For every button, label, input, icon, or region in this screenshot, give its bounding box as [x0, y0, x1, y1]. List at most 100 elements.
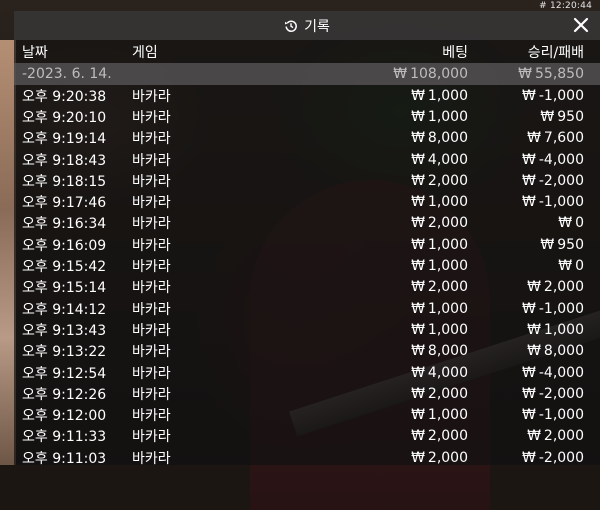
table-row[interactable]: 오후 9:16:09 바카라 ₩1,000 ₩950: [14, 234, 600, 255]
row-game: 바카라: [132, 173, 171, 190]
currency-symbol: ₩: [522, 449, 536, 466]
row-result: 2,000: [543, 279, 584, 296]
history-list[interactable]: 오후 9:20:38 바카라 ₩1,000 ₩ -1,000 오후 9:20:10 바카라 ₩…: [14, 85, 600, 468]
currency-symbol: ₩: [527, 321, 541, 338]
row-time: 오후 9:20:38: [22, 88, 107, 105]
currency-symbol: ₩: [411, 236, 425, 253]
row-result: -4,000: [538, 151, 584, 168]
dialog-title: 기록: [304, 18, 330, 35]
row-result: 1,000: [543, 321, 584, 338]
clock-readout: # 12:20:44: [539, 1, 592, 11]
currency-symbol: ₩: [411, 300, 425, 317]
row-game: 바카라: [132, 322, 171, 339]
summary-date: -2023. 6. 14.: [22, 66, 112, 82]
row-time: 오후 9:13:22: [22, 344, 107, 361]
row-bet: 1,000: [427, 87, 468, 104]
table-row[interactable]: 오후 9:20:38 바카라 ₩1,000 ₩ -1,000: [14, 85, 600, 106]
summary-bet: 108,000: [410, 66, 468, 82]
currency-symbol: ₩: [411, 87, 425, 104]
row-time: 오후 9:11:33: [22, 429, 107, 446]
row-time: 오후 9:12:54: [22, 365, 107, 382]
currency-symbol: ₩: [393, 66, 408, 82]
table-row[interactable]: 오후 9:11:33 바카라 ₩2,000 ₩2,000: [14, 426, 600, 447]
table-row[interactable]: 오후 9:18:43 바카라 ₩4,000 ₩ -4,000: [14, 149, 600, 170]
table-row[interactable]: 오후 9:18:15 바카라 ₩2,000 ₩ -2,000: [14, 170, 600, 191]
table-row[interactable]: 오후 9:15:42 바카라 ₩1,000 ₩0: [14, 255, 600, 276]
currency-symbol: ₩: [411, 258, 425, 275]
currency-symbol: ₩: [540, 108, 555, 125]
currency-symbol: ₩: [411, 215, 425, 232]
row-bet: 1,000: [427, 194, 468, 211]
row-result: -4,000: [538, 364, 584, 381]
row-game: 바카라: [132, 195, 171, 212]
history-icon: [284, 19, 298, 33]
table-row[interactable]: 오후 9:13:22 바카라 ₩8,000 ₩8,000: [14, 341, 600, 362]
column-header-bet: 베팅: [442, 44, 468, 61]
currency-symbol: ₩: [411, 385, 425, 402]
row-game: 바카라: [132, 386, 171, 403]
currency-symbol: ₩: [518, 66, 532, 82]
close-button[interactable]: [570, 14, 592, 36]
row-game: 바카라: [132, 152, 171, 169]
dialog-titlebar: 기록: [14, 11, 600, 40]
row-bet: 2,000: [427, 449, 468, 466]
currency-symbol: ₩: [527, 130, 541, 147]
row-game: 바카라: [132, 408, 171, 425]
row-time: 오후 9:14:12: [22, 301, 107, 318]
currency-symbol: ₩: [411, 279, 425, 296]
column-header-result: 승리/패배: [527, 44, 584, 61]
row-bet: 1,000: [427, 258, 468, 275]
table-row[interactable]: 오후 9:16:34 바카라 ₩2,000 ₩0: [14, 213, 600, 234]
row-bet: 8,000: [427, 130, 468, 147]
currency-symbol: ₩: [411, 343, 425, 360]
row-time: 오후 9:15:14: [22, 280, 107, 297]
table-row[interactable]: 오후 9:12:26 바카라 ₩2,000 ₩ -2,000: [14, 383, 600, 404]
row-result: 950: [557, 108, 584, 125]
currency-symbol: ₩: [522, 364, 536, 381]
row-game: 바카라: [132, 88, 171, 105]
close-icon: [573, 17, 589, 33]
table-header: 날짜 게임 베팅 승리/패배: [14, 40, 600, 63]
currency-symbol: ₩: [522, 385, 536, 402]
row-game: 바카라: [132, 259, 171, 276]
row-bet: 2,000: [427, 385, 468, 402]
row-time: 오후 9:17:46: [22, 195, 107, 212]
table-row[interactable]: 오후 9:13:43 바카라 ₩1,000 ₩1,000: [14, 319, 600, 340]
currency-symbol: ₩: [558, 258, 573, 275]
row-time: 오후 9:16:09: [22, 237, 107, 254]
row-game: 바카라: [132, 109, 171, 126]
table-row[interactable]: 오후 9:19:14 바카라 ₩8,000 ₩7,600: [14, 128, 600, 149]
currency-symbol: ₩: [558, 215, 573, 232]
row-result: 0: [575, 258, 584, 275]
column-header-game: 게임: [132, 44, 158, 61]
row-result: -1,000: [538, 407, 584, 424]
row-time: 오후 9:13:43: [22, 322, 107, 339]
row-time: 오후 9:15:42: [22, 259, 107, 276]
currency-symbol: ₩: [411, 108, 425, 125]
table-row[interactable]: 오후 9:15:14 바카라 ₩2,000 ₩2,000: [14, 277, 600, 298]
table-row[interactable]: 오후 9:14:12 바카라 ₩1,000 ₩ -1,000: [14, 298, 600, 319]
row-bet: 2,000: [427, 279, 468, 296]
row-time: 오후 9:19:14: [22, 131, 107, 148]
table-row[interactable]: 오후 9:12:00 바카라 ₩1,000 ₩ -1,000: [14, 404, 600, 425]
currency-symbol: ₩: [527, 279, 541, 296]
table-row[interactable]: 오후 9:17:46 바카라 ₩1,000 ₩ -1,000: [14, 191, 600, 212]
row-result: 7,600: [543, 130, 584, 147]
row-game: 바카라: [132, 344, 171, 361]
table-row[interactable]: 오후 9:11:03 바카라 ₩2,000 ₩ -2,000: [14, 447, 600, 468]
table-row[interactable]: 오후 9:12:54 바카라 ₩4,000 ₩ -4,000: [14, 362, 600, 383]
currency-symbol: ₩: [527, 428, 541, 445]
history-dialog: 기록 날짜 게임 베팅 승리/패배 -2023. 6. 14. ₩108,000…: [14, 11, 600, 468]
row-bet: 1,000: [427, 300, 468, 317]
table-row[interactable]: 오후 9:20:10 바카라 ₩1,000 ₩950: [14, 106, 600, 127]
currency-symbol: ₩: [522, 87, 536, 104]
currency-symbol: ₩: [411, 407, 425, 424]
summary-row[interactable]: -2023. 6. 14. ₩108,000 ₩55,850: [14, 63, 600, 85]
row-bet: 1,000: [427, 321, 468, 338]
row-game: 바카라: [132, 280, 171, 297]
row-bet: 2,000: [427, 428, 468, 445]
currency-symbol: ₩: [411, 364, 425, 381]
currency-symbol: ₩: [411, 172, 425, 189]
row-bet: 2,000: [427, 215, 468, 232]
row-game: 바카라: [132, 131, 171, 148]
